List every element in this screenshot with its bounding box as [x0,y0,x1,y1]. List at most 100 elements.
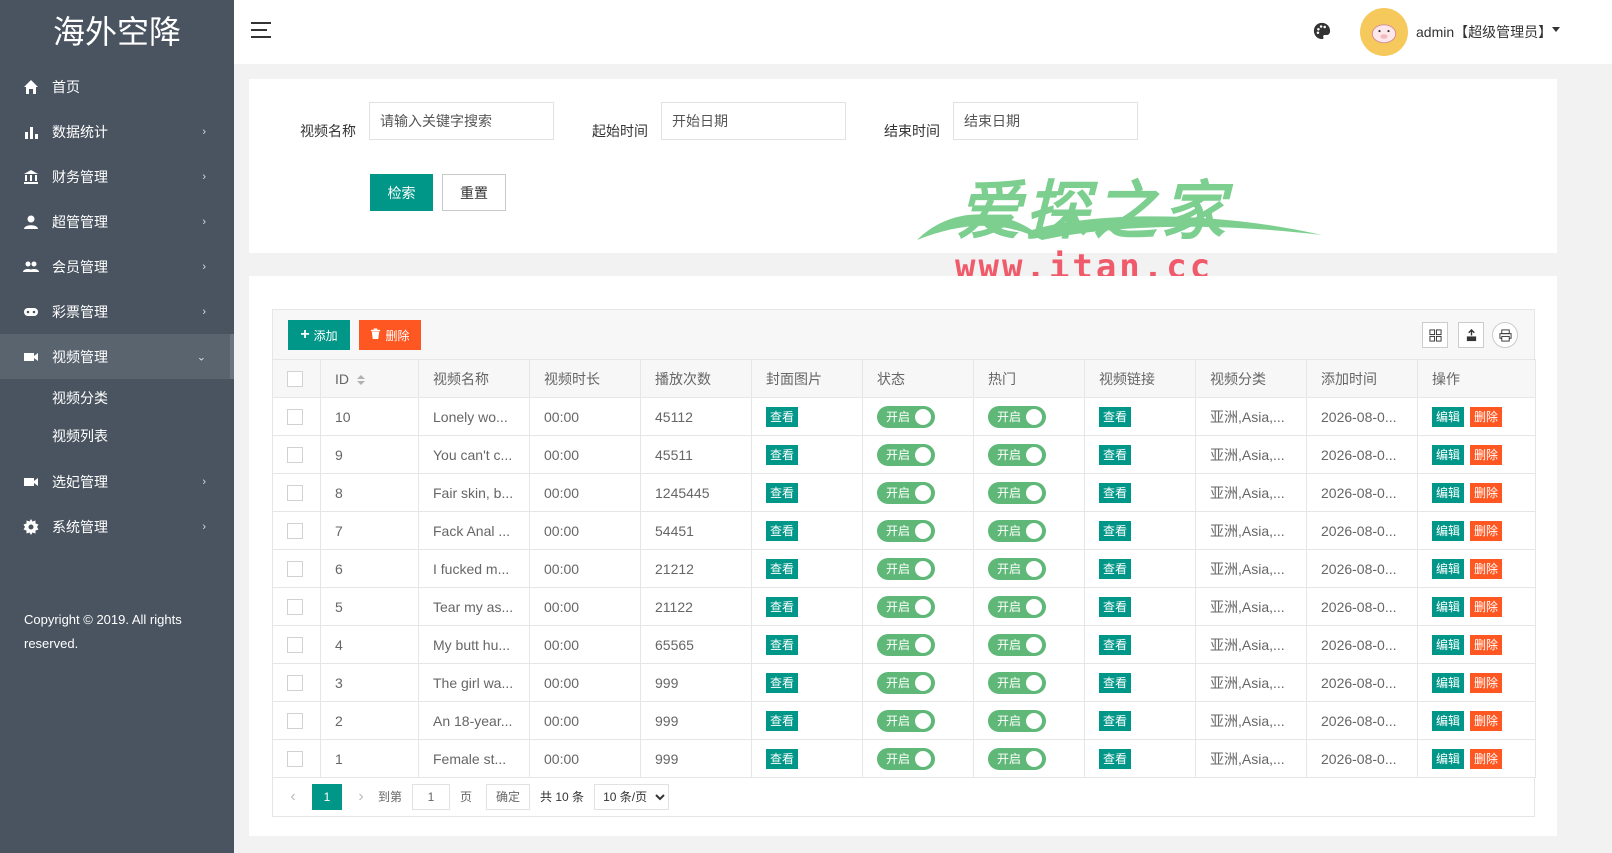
status-toggle[interactable]: 开启 [877,405,935,428]
column-header-id[interactable]: ID [320,359,419,398]
confirm-jump-button[interactable]: 确定 [486,783,531,810]
hot-toggle[interactable]: 开启 [988,671,1046,694]
view-cover-button[interactable]: 查看 [766,710,799,731]
row-checkbox[interactable] [287,485,303,502]
hot-toggle[interactable]: 开启 [988,443,1046,466]
caret-down-icon[interactable] [1552,27,1560,32]
status-toggle[interactable]: 开启 [877,519,935,542]
row-checkbox[interactable] [287,713,303,730]
sidebar-item-home[interactable]: 首页 [0,64,234,109]
view-cover-button[interactable]: 查看 [766,672,799,693]
edit-button[interactable]: 编辑 [1432,634,1465,655]
current-page[interactable]: 1 [312,783,342,810]
view-cover-button[interactable]: 查看 [766,634,799,655]
reset-button[interactable]: 重置 [442,174,506,211]
sidebar-item-members[interactable]: 会员管理 › [0,244,234,289]
view-link-button[interactable]: 查看 [1099,406,1132,427]
edit-button[interactable]: 编辑 [1432,672,1465,693]
video-name-input[interactable] [369,102,554,140]
view-cover-button[interactable]: 查看 [766,444,799,465]
sidebar-item-admins[interactable]: 超管管理 › [0,199,234,244]
status-toggle[interactable]: 开启 [877,481,935,504]
row-checkbox[interactable] [287,409,303,426]
delete-button[interactable]: 删除 [1470,558,1503,579]
submenu-item-video-list[interactable]: 视频列表 [0,417,234,455]
hot-toggle[interactable]: 开启 [988,747,1046,770]
delete-button[interactable]: 删除 [1470,710,1503,731]
end-date-input[interactable] [953,102,1138,140]
view-link-button[interactable]: 查看 [1099,558,1132,579]
row-checkbox[interactable] [287,523,303,540]
menu-toggle-icon[interactable] [251,22,271,40]
palette-icon[interactable] [1313,22,1333,42]
delete-button[interactable]: 删除 [1470,748,1503,769]
hot-toggle[interactable]: 开启 [988,595,1046,618]
delete-button[interactable]: 删除 [1470,596,1503,617]
edit-button[interactable]: 编辑 [1432,748,1465,769]
view-link-button[interactable]: 查看 [1099,634,1132,655]
delete-button[interactable]: 删除 [1470,482,1503,503]
delete-button[interactable]: 删除 [1470,520,1503,541]
status-toggle[interactable]: 开启 [877,557,935,580]
search-button[interactable]: 检索 [370,174,433,211]
delete-button[interactable]: 删除 [1470,634,1503,655]
view-cover-button[interactable]: 查看 [766,520,799,541]
edit-button[interactable]: 编辑 [1432,444,1465,465]
view-cover-button[interactable]: 查看 [766,748,799,769]
edit-button[interactable]: 编辑 [1432,520,1465,541]
hot-toggle[interactable]: 开启 [988,519,1046,542]
status-toggle[interactable]: 开启 [877,709,935,732]
next-page-icon[interactable]: › [350,784,372,810]
add-button[interactable]: + 添加 [288,320,350,350]
page-size-select[interactable]: 10 条/页 [594,783,670,810]
status-toggle[interactable]: 开启 [877,633,935,656]
user-name[interactable]: admin【超级管理员】 [1416,22,1552,42]
row-checkbox[interactable] [287,561,303,578]
hot-toggle[interactable]: 开启 [988,709,1046,732]
view-link-button[interactable]: 查看 [1099,520,1132,541]
export-icon[interactable] [1458,322,1484,348]
edit-button[interactable]: 编辑 [1432,558,1465,579]
sidebar-item-statistics[interactable]: 数据统计 › [0,109,234,154]
sidebar-item-system[interactable]: 系统管理 › [0,504,234,549]
sidebar-item-lottery[interactable]: 彩票管理 › [0,289,234,334]
delete-button[interactable]: 删除 [1470,406,1503,427]
delete-button[interactable]: 删除 [1470,672,1503,693]
view-cover-button[interactable]: 查看 [766,558,799,579]
view-cover-button[interactable]: 查看 [766,596,799,617]
hot-toggle[interactable]: 开启 [988,633,1046,656]
view-cover-button[interactable]: 查看 [766,406,799,427]
view-link-button[interactable]: 查看 [1099,596,1132,617]
row-checkbox[interactable] [287,637,303,654]
status-toggle[interactable]: 开启 [877,443,935,466]
status-toggle[interactable]: 开启 [877,595,935,618]
start-date-input[interactable] [661,102,846,140]
sort-icon[interactable] [357,374,365,385]
print-icon[interactable] [1492,322,1518,348]
row-checkbox[interactable] [287,447,303,464]
hot-toggle[interactable]: 开启 [988,405,1046,428]
avatar[interactable] [1360,8,1408,56]
row-checkbox[interactable] [287,599,303,616]
view-link-button[interactable]: 查看 [1099,444,1132,465]
row-checkbox[interactable] [287,675,303,692]
edit-button[interactable]: 编辑 [1432,596,1465,617]
status-toggle[interactable]: 开启 [877,671,935,694]
hot-toggle[interactable]: 开启 [988,481,1046,504]
status-toggle[interactable]: 开启 [877,747,935,770]
batch-delete-button[interactable]: 删除 [359,320,421,350]
sidebar-item-finance[interactable]: 财务管理 › [0,154,234,199]
edit-button[interactable]: 编辑 [1432,482,1465,503]
columns-filter-icon[interactable] [1422,322,1448,348]
view-link-button[interactable]: 查看 [1099,482,1132,503]
view-link-button[interactable]: 查看 [1099,748,1132,769]
row-checkbox[interactable] [287,751,303,768]
hot-toggle[interactable]: 开启 [988,557,1046,580]
sidebar-item-concubine[interactable]: 选妃管理 › [0,459,234,504]
edit-button[interactable]: 编辑 [1432,406,1465,427]
select-all-checkbox[interactable] [287,371,303,388]
view-link-button[interactable]: 查看 [1099,710,1132,731]
view-link-button[interactable]: 查看 [1099,672,1132,693]
view-cover-button[interactable]: 查看 [766,482,799,503]
submenu-item-video-category[interactable]: 视频分类 [0,379,234,417]
